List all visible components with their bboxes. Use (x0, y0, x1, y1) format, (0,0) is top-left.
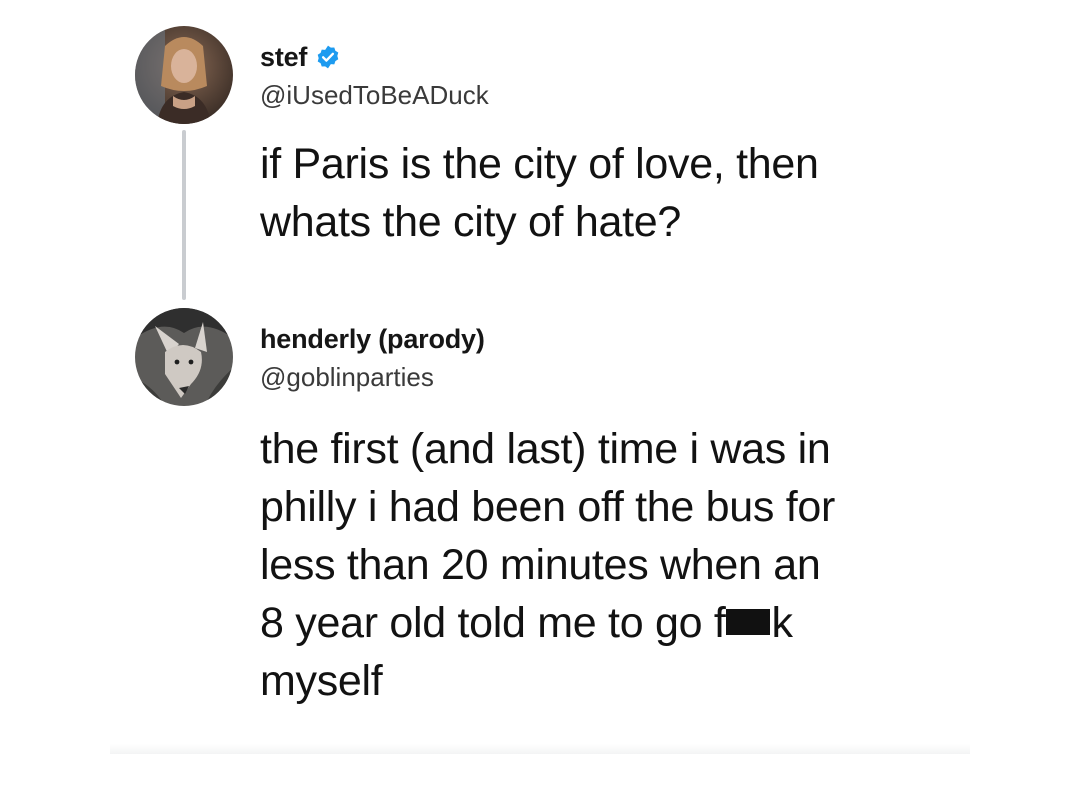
bottom-divider (110, 744, 970, 754)
name-row: stef (260, 40, 489, 74)
tweet-text-segment: 8 year old told me to go f (260, 599, 726, 647)
tweet-body: the first (and last) time i was in phill… (260, 420, 980, 710)
thread-connector-line (182, 130, 186, 300)
tweet-text-line: philly i had been off the bus for (260, 483, 835, 531)
censor-block (726, 609, 771, 635)
tweet-text-line: if Paris is the city of love, then (260, 140, 819, 188)
tweet-text-line: myself (260, 657, 383, 705)
avatar-henderly[interactable] (135, 308, 233, 406)
name-row: henderly (parody) (260, 322, 485, 356)
handle[interactable]: @iUsedToBeADuck (260, 80, 489, 111)
avatar-stef[interactable] (135, 26, 233, 124)
woman-portrait-avatar-icon (135, 26, 233, 124)
coyote-drawing-avatar-icon (135, 308, 233, 406)
verified-badge-icon (315, 44, 341, 70)
author-block: stef @iUsedToBeADuck (260, 40, 489, 111)
handle[interactable]: @goblinparties (260, 362, 485, 393)
tweet-text-line: the first (and last) time i was in (260, 425, 831, 473)
display-name[interactable]: stef (260, 42, 307, 73)
tweet-text-line-censored: 8 year old told me to go f k (260, 594, 980, 652)
tweet-text-line: less than 20 minutes when an (260, 541, 821, 589)
tweet-text-segment: k (771, 599, 793, 647)
tweet-text-line: whats the city of hate? (260, 198, 681, 246)
tweet-thread: stef @iUsedToBeADuck if Paris is the cit… (0, 0, 1080, 786)
author-block: henderly (parody) @goblinparties (260, 322, 485, 393)
tweet-body: if Paris is the city of love, then whats… (260, 135, 960, 251)
display-name[interactable]: henderly (parody) (260, 324, 485, 355)
